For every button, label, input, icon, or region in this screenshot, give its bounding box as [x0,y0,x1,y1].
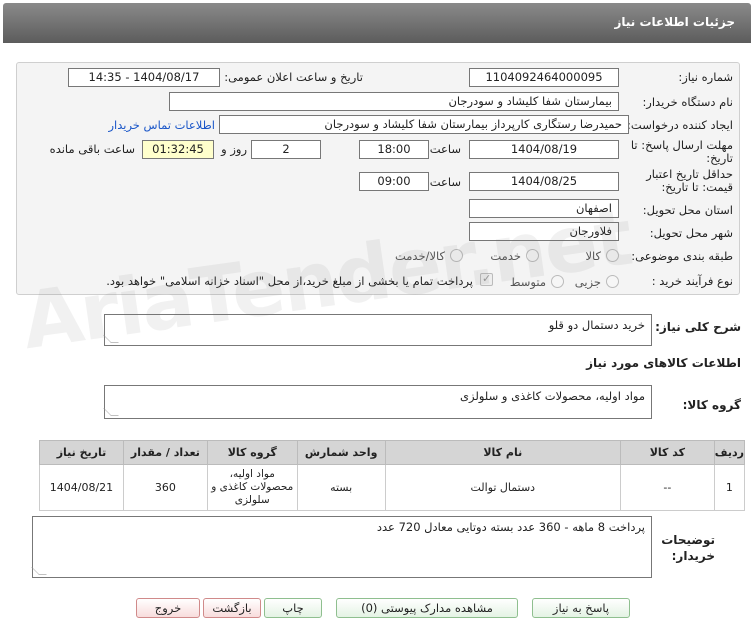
creator-field[interactable]: حمیدرضا رستگاری کارپرداز بیمارستان شفا ک… [219,115,629,134]
deadline-label-line1: مهلت ارسال پاسخ: تا [630,138,733,152]
summary-label: شرح کلی نیاز: [655,320,741,334]
reply-button[interactable]: پاسخ به نیاز [532,598,630,618]
buyer-org-label: نام دستگاه خریدار: [642,95,733,109]
cell-date: 1404/08/21 [39,464,124,511]
process-medium-radio[interactable] [551,275,564,288]
city-label: شهر محل تحویل: [649,226,733,240]
cell-qty: 360 [122,464,208,511]
items-table: ردیف کد کالا نام کالا واحد شمارش گروه کا… [39,440,746,511]
category-goods-service-label: کالا/خدمت [394,249,445,263]
summary-field[interactable]: خرید دستمال دو قلو [103,314,652,346]
col-code: کد کالا [620,440,715,465]
col-qty: تعداد / مقدار [122,440,208,465]
process-label: نوع فرآیند خرید : [651,274,733,288]
creator-label: ایجاد کننده درخواست: [627,118,733,132]
days-label: روز و [221,142,247,156]
treasury-payment-note: پرداخت تمام یا بخشی از مبلغ خرید،از محل … [106,274,473,288]
treasury-payment-checkbox[interactable] [480,272,493,286]
summary-text: خرید دستمال دو قلو [548,318,645,332]
goods-group-field[interactable]: مواد اولیه، محصولات کاغذی و سلولزی [103,385,652,419]
validity-label-line2: قیمت: تا تاریخ: [661,180,733,194]
deadline-date-field[interactable]: 1404/08/19 [469,140,619,159]
col-group: گروه کالا [206,440,298,465]
category-service-radio[interactable] [526,249,539,262]
col-row: ردیف [713,440,746,465]
col-name: نام کالا [384,440,622,465]
need-number-field[interactable]: 1104092464000095 [469,68,619,87]
validity-date-field[interactable]: 1404/08/25 [469,172,619,191]
buyer-contact-link[interactable]: اطلاعات تماس خریدار [108,118,215,132]
col-date: تاریخ نیاز [39,440,124,465]
category-goods-label: کالا [585,249,601,263]
need-number-label: شماره نیاز: [678,70,733,84]
attachments-button[interactable]: مشاهده مدارک پیوستی (0) [336,598,518,618]
resize-grip-icon[interactable] [103,408,119,416]
notes-text: پرداخت 8 ماهه - 360 عدد بسته دوتایی معاد… [376,520,645,534]
province-field[interactable]: اصفهان [469,199,619,218]
validity-time-label: ساعت [429,175,461,189]
notes-field[interactable]: پرداخت 8 ماهه - 360 عدد بسته دوتایی معاد… [31,516,652,578]
process-minor-radio[interactable] [606,275,619,288]
validity-label-line1: حداقل تاریخ اعتبار [646,167,733,181]
page-title: جزئیات اطلاعات نیاز [614,15,735,29]
cell-group: مواد اولیه، محصولات کاغذی و سلولزی [206,464,298,511]
notes-label-line1: توضیحات [661,533,715,547]
page-header: جزئیات اطلاعات نیاز [3,3,751,43]
goods-section-title: اطلاعات کالاهای مورد نیاز [586,356,741,370]
category-goods-radio[interactable] [606,249,619,262]
time-remaining-field: 01:32:45 [142,140,214,159]
col-unit: واحد شمارش [296,440,386,465]
cell-unit: بسته [296,464,386,511]
announce-field[interactable]: 1404/08/17 - 14:35 [68,68,220,87]
back-button[interactable]: بازگشت [203,598,261,618]
deadline-time-field[interactable]: 18:00 [359,140,429,159]
category-goods-service-radio[interactable] [450,249,463,262]
buyer-org-field[interactable]: بیمارستان شفا کلیشاد و سودرجان [169,92,619,111]
cell-code: -- [620,464,715,511]
province-label: استان محل تحویل: [642,203,733,217]
process-medium-label: متوسط [509,275,546,289]
cell-name: دستمال توالت [384,464,622,511]
time-remaining-label: ساعت باقی مانده [49,142,135,156]
goods-group-label: گروه کالا: [682,398,741,412]
days-remaining-field[interactable]: 2 [251,140,321,159]
cell-row: 1 [713,464,746,511]
deadline-time-label: ساعت [429,142,461,156]
announce-label: تاریخ و ساعت اعلان عمومی: [224,70,363,84]
notes-label-line2: خریدار: [671,549,715,563]
exit-button[interactable]: خروج [136,598,200,618]
print-button[interactable]: چاپ [264,598,322,618]
goods-group-text: مواد اولیه، محصولات کاغذی و سلولزی [460,389,645,403]
table-row[interactable]: 1 -- دستمال توالت بسته مواد اولیه، محصول… [39,464,746,511]
validity-time-field[interactable]: 09:00 [359,172,429,191]
category-service-label: خدمت [490,249,521,263]
resize-grip-icon[interactable] [103,335,119,343]
process-minor-label: جزیی [574,275,601,289]
city-field[interactable]: فلاورجان [469,222,619,241]
table-header-row: ردیف کد کالا نام کالا واحد شمارش گروه کا… [39,440,746,465]
category-label: طبقه بندی موضوعی: [631,249,733,263]
deadline-label-line2: تاریخ: [706,151,733,165]
resize-grip-icon[interactable] [31,567,47,575]
